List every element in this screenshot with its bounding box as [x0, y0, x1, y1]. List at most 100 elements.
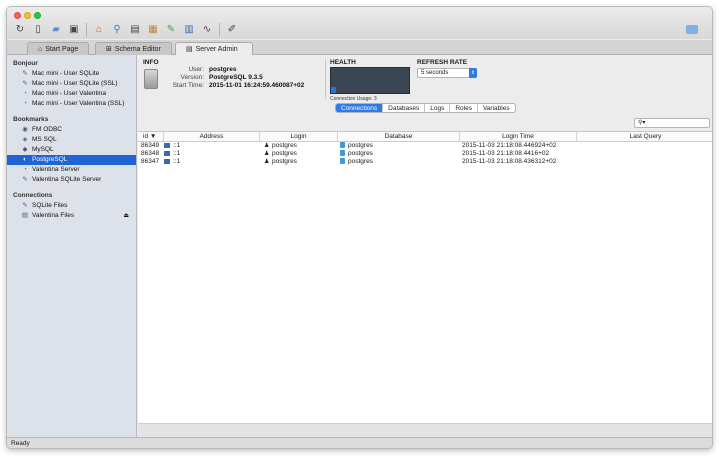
- address-value: ::1: [173, 142, 181, 149]
- valentina-icon: ◔: [23, 90, 27, 97]
- column-label: id: [143, 133, 149, 140]
- section-divider: [325, 59, 326, 99]
- cell-last-query: [577, 142, 712, 150]
- minimize-window-button[interactable]: [24, 12, 31, 19]
- tab-server-admin[interactable]: ▤ Server Admin: [175, 42, 253, 55]
- table-header: id ▼ Address Login Database Login Time L…: [138, 132, 712, 142]
- column-header-address[interactable]: Address: [164, 132, 260, 141]
- eject-icon[interactable]: ⏏: [123, 211, 129, 221]
- sidebar-item-fm-odbc[interactable]: ◉ FM ODBC: [7, 125, 136, 135]
- cell-database: postgres: [338, 142, 460, 150]
- horizontal-scrollbar[interactable]: [138, 423, 712, 437]
- report-icon[interactable]: ▦: [146, 23, 160, 37]
- close-window-button[interactable]: [14, 12, 21, 19]
- connection-usage: Connection Usage: 3: [330, 96, 377, 102]
- user-icon: ♟: [264, 143, 270, 149]
- sidebar-item-sqlite-files[interactable]: ✎ SQLite Files: [7, 201, 136, 211]
- tab-connections[interactable]: Connections: [336, 104, 384, 112]
- zoom-window-button[interactable]: [34, 12, 41, 19]
- editor-icon[interactable]: ✎: [164, 23, 178, 37]
- cell-address: ::1: [164, 158, 260, 166]
- sidebar-item-mac-mini-valentina-ssl[interactable]: ◔ Mac mini - User Valentina (SSL): [7, 99, 136, 109]
- server-icon: [144, 69, 158, 89]
- health-usage-bar: [331, 87, 336, 93]
- tab-start-page[interactable]: ⌂ Start Page: [27, 42, 90, 55]
- print-icon[interactable]: ▤: [128, 23, 142, 37]
- tab-schema-editor[interactable]: ⊞ Schema Editor: [95, 42, 172, 55]
- cell-login: ♟ postgres: [260, 158, 338, 166]
- schema-icon: ⊞: [106, 46, 112, 53]
- sort-descending-icon: ▼: [149, 133, 157, 140]
- user-icon: ♟: [264, 151, 270, 157]
- save-icon[interactable]: ▣: [67, 23, 81, 37]
- tools-icon[interactable]: ✐: [225, 23, 239, 37]
- file-icon: ▤: [21, 212, 29, 219]
- home-icon: ⌂: [38, 45, 43, 53]
- login-value: postgres: [272, 150, 297, 157]
- search-input[interactable]: ⚲▾: [634, 118, 710, 128]
- cell-last-query: [577, 150, 712, 158]
- postgresql-icon: ◐: [23, 156, 27, 163]
- sidebar-item-valentina-sqlite-server[interactable]: ✎ Valentina SQLite Server: [7, 175, 136, 185]
- sidebar-item-mac-mini-sqlite-ssl[interactable]: ✎ Mac mini - User SQLite (SSL): [7, 79, 136, 89]
- cell-database: postgres: [338, 158, 460, 166]
- user-icon: ♟: [264, 159, 270, 165]
- sidebar-item-label: MySQL: [32, 146, 54, 153]
- query-icon[interactable]: ⚲: [110, 23, 124, 37]
- server-icon: ▤: [186, 46, 193, 53]
- login-value: postgres: [272, 158, 297, 165]
- sidebar-item-postgresql[interactable]: ◐ PostgreSQL: [7, 155, 136, 165]
- table-row[interactable]: 86347 ::1 ♟ postgres postgres 2015-11-03 …: [138, 158, 712, 166]
- version-value: PostgreSQL 9.3.5: [209, 74, 263, 81]
- column-header-last-query[interactable]: Last Query: [577, 132, 712, 141]
- database-icon: [340, 158, 345, 165]
- valentina-icon: ◔: [23, 100, 27, 107]
- sqlite-icon: ✎: [22, 176, 28, 183]
- toolbar-separator: [86, 23, 87, 37]
- column-header-id[interactable]: id ▼: [138, 132, 164, 141]
- tab-logs[interactable]: Logs: [425, 104, 451, 112]
- home-icon[interactable]: ⌂: [92, 23, 106, 37]
- monitor-icon[interactable]: ∿: [200, 23, 214, 37]
- cell-login-time: 2015-11-03 21:18:08.436312+02: [462, 158, 557, 165]
- admin-segmented-control: Connections Databases Logs Roles Variabl…: [335, 103, 516, 113]
- sidebar-item-valentina-files[interactable]: ▤ Valentina Files ⏏: [7, 211, 136, 221]
- tab-databases[interactable]: Databases: [383, 104, 426, 112]
- cell-id: 86348: [141, 150, 160, 157]
- sidebar: Bonjour ✎ Mac mini - User SQLite ✎ Mac min…: [7, 55, 137, 437]
- sidebar-item-ms-sql[interactable]: ◈ MS SQL: [7, 135, 136, 145]
- chat-icon[interactable]: [686, 25, 698, 34]
- refresh-rate-heading: REFRESH RATE: [417, 59, 468, 66]
- table-row[interactable]: 86348 ::1 ♟ postgres postgres 2015-11-03 …: [138, 150, 712, 158]
- refresh-rate-select[interactable]: 5 seconds ⇕: [417, 68, 477, 78]
- chevron-down-icon: ⇕: [469, 68, 477, 78]
- diagram-icon[interactable]: ▥: [182, 23, 196, 37]
- tab-variables[interactable]: Variables: [478, 104, 515, 112]
- health-heading: HEALTH: [330, 59, 356, 66]
- table-body: 86349 ::1 ♟ postgres postgres 2015-11-03 …: [138, 142, 712, 166]
- open-folder-icon[interactable]: ▰: [49, 23, 63, 37]
- titlebar: ↻ ▯ ▰ ▣ ⌂ ⚲ ▤ ▦ ✎ ▥ ∿ ✐: [7, 7, 712, 39]
- table-row[interactable]: 86349 ::1 ♟ postgres postgres 2015-11-03 …: [138, 142, 712, 150]
- database-icon: [340, 142, 345, 149]
- tab-bar: ⌂ Start Page ⊞ Schema Editor ▤ Server Ad…: [7, 40, 712, 55]
- sidebar-item-valentina-server[interactable]: ◔ Valentina Server: [7, 165, 136, 175]
- tab-label: Server Admin: [195, 45, 238, 53]
- network-icon: [164, 158, 170, 164]
- refresh-rate-value: 5 seconds: [421, 70, 449, 76]
- cell-last-query: [577, 158, 712, 166]
- column-header-login[interactable]: Login: [260, 132, 338, 141]
- sidebar-item-mysql[interactable]: ◆ MySQL: [7, 145, 136, 155]
- cell-id: 86347: [141, 158, 160, 165]
- column-header-database[interactable]: Database: [338, 132, 460, 141]
- start-time-value: 2015-11-01 16:24:59.460087+02: [209, 82, 305, 89]
- new-document-icon[interactable]: ▯: [31, 23, 45, 37]
- refresh-icon[interactable]: ↻: [13, 23, 27, 37]
- tab-roles[interactable]: Roles: [450, 104, 478, 112]
- sidebar-item-mac-mini-valentina[interactable]: ◔ Mac mini - User Valentina: [7, 89, 136, 99]
- sidebar-item-mac-mini-sqlite[interactable]: ✎ Mac mini - User SQLite: [7, 69, 136, 79]
- column-header-login-time[interactable]: Login Time: [460, 132, 577, 141]
- network-icon: [164, 142, 170, 148]
- start-time-label: Start Time:: [172, 82, 204, 89]
- sqlite-icon: ✎: [22, 80, 28, 87]
